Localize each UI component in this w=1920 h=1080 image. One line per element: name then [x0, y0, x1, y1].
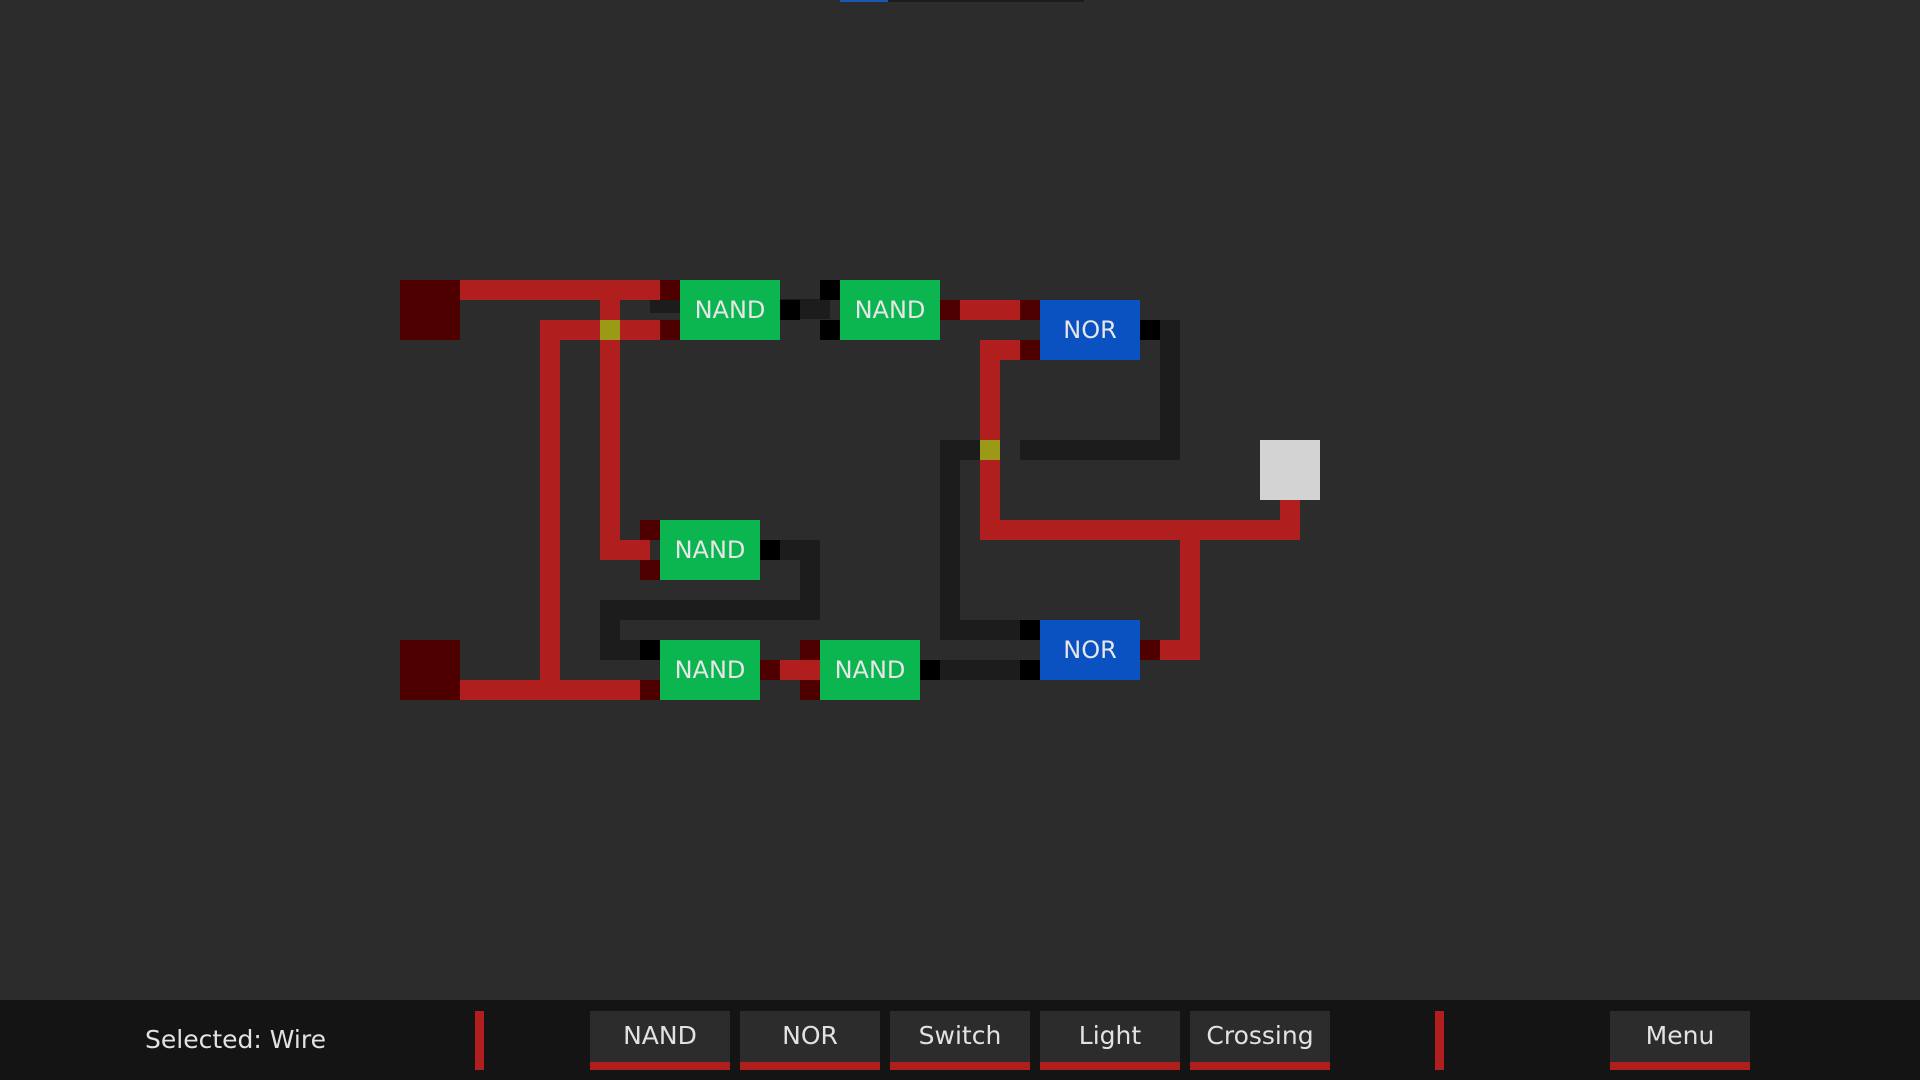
- wire-junction: [980, 440, 1000, 460]
- gate-label: NAND: [855, 296, 926, 324]
- gate-label: NAND: [835, 656, 906, 684]
- gate-label: NAND: [675, 536, 746, 564]
- gate-label: NAND: [695, 296, 766, 324]
- nand-tool-button[interactable]: NAND: [590, 1011, 730, 1070]
- toolbar-divider: [475, 1011, 484, 1070]
- menu-button[interactable]: Menu: [1610, 1011, 1750, 1070]
- circuit-board[interactable]: NAND NAND NOR NAND NAND NAND NOR: [0, 0, 1920, 1000]
- light-tool-button[interactable]: Light: [1040, 1011, 1180, 1070]
- switch-a[interactable]: [400, 280, 460, 340]
- switch-tool-button[interactable]: Switch: [890, 1011, 1030, 1070]
- output-light[interactable]: [1260, 440, 1320, 500]
- wire-junction: [600, 320, 620, 340]
- selected-tool-status: Selected: Wire: [145, 1025, 326, 1054]
- nor-gate-2[interactable]: NOR: [1040, 620, 1140, 680]
- switch-b[interactable]: [400, 640, 460, 700]
- nand-gate-1[interactable]: NAND: [680, 280, 780, 340]
- nor-tool-button[interactable]: NOR: [740, 1011, 880, 1070]
- wire-on: [1150, 520, 1200, 660]
- nand-gate-5[interactable]: NAND: [820, 640, 920, 700]
- gate-label: NOR: [1063, 636, 1117, 664]
- gate-label: NAND: [675, 656, 746, 684]
- toolbar-divider: [1435, 1011, 1444, 1070]
- nand-gate-3[interactable]: NAND: [660, 520, 760, 580]
- nand-gate-2[interactable]: NAND: [840, 280, 940, 340]
- nor-gate-1[interactable]: NOR: [1040, 300, 1140, 360]
- crossing-tool-button[interactable]: Crossing: [1190, 1011, 1330, 1070]
- nand-gate-4[interactable]: NAND: [660, 640, 760, 700]
- gate-label: NOR: [1063, 316, 1117, 344]
